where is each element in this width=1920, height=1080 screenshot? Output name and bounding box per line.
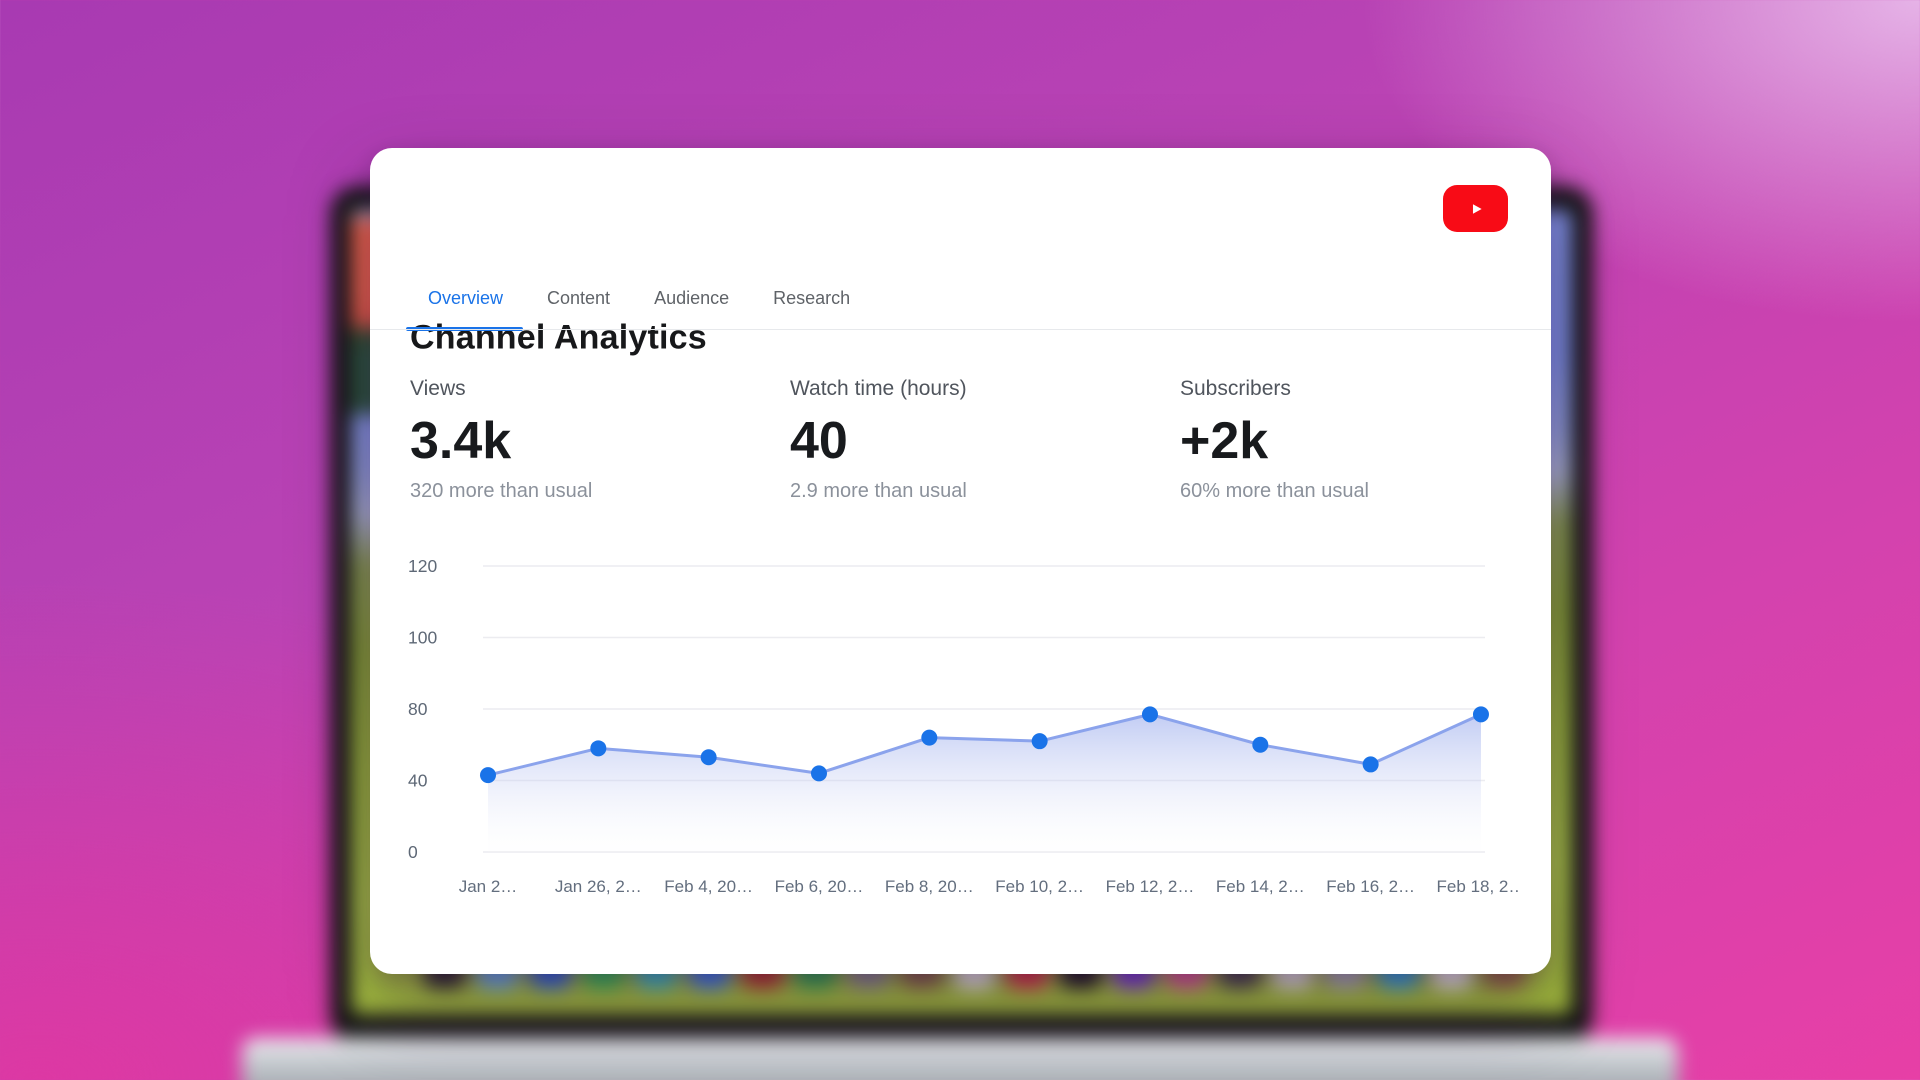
data-point xyxy=(921,730,937,746)
chart-canvas: 0 40 80 100 120 Jan 2… Jan 26, 2… Feb 4, 20… Feb… xyxy=(400,540,1520,920)
data-point xyxy=(1363,756,1379,772)
data-point xyxy=(701,749,717,765)
data-point xyxy=(811,765,827,781)
metric-watch-time: Watch time (hours) 40 2.9 more than usua… xyxy=(790,376,1150,504)
tab-audience[interactable]: Audience xyxy=(654,282,729,331)
x-axis-tick-label: Feb 14, 2… xyxy=(1216,877,1305,896)
tab-research[interactable]: Research xyxy=(773,282,850,331)
tab-overview[interactable]: Overview xyxy=(428,282,503,331)
views-area-chart: 0 40 80 100 120 Jan 2… Jan 26, 2… Feb 4, 20… Feb… xyxy=(400,540,1520,920)
data-point xyxy=(1142,706,1158,722)
channel-analytics-card: Channel Analytics Overview Content Audie… xyxy=(370,148,1551,974)
metric-subscribers: Subscribers +2k 60% more than usual xyxy=(1180,376,1540,504)
data-point xyxy=(1032,733,1048,749)
x-axis-tick-label: Jan 2… xyxy=(459,877,518,896)
x-axis-tick-label: Feb 10, 2… xyxy=(995,877,1084,896)
x-axis-tick-label: Jan 26, 2… xyxy=(555,877,642,896)
laptop-body xyxy=(242,1038,1678,1080)
metric-label: Watch time (hours) xyxy=(790,376,1150,402)
metric-note: 2.9 more than usual xyxy=(790,478,1150,504)
metric-value: +2k xyxy=(1180,410,1540,472)
play-icon xyxy=(1463,196,1489,222)
area-fill xyxy=(488,714,1481,852)
tabs-divider xyxy=(370,329,1551,330)
metric-value: 3.4k xyxy=(410,410,770,472)
x-axis-tick-label: Feb 4, 20… xyxy=(664,877,753,896)
y-axis-tick-label: 120 xyxy=(408,556,437,576)
metric-views: Views 3.4k 320 more than usual xyxy=(410,376,770,504)
y-axis-tick-label: 80 xyxy=(408,699,428,719)
metric-value: 40 xyxy=(790,410,1150,472)
youtube-logo-icon xyxy=(1443,185,1508,232)
x-axis-tick-label: Feb 8, 20… xyxy=(885,877,974,896)
y-axis-tick-label: 40 xyxy=(408,771,428,791)
data-point xyxy=(1252,737,1268,753)
metric-note: 320 more than usual xyxy=(410,478,770,504)
analytics-tabs: Overview Content Audience Research xyxy=(428,282,850,331)
metric-label: Subscribers xyxy=(1180,376,1540,402)
x-axis-tick-label: Feb 18, 2… xyxy=(1437,877,1520,896)
x-axis-tick-label: Feb 16, 2… xyxy=(1326,877,1415,896)
tab-content[interactable]: Content xyxy=(547,282,610,331)
metric-note: 60% more than usual xyxy=(1180,478,1540,504)
y-axis-tick-label: 100 xyxy=(408,628,437,648)
metric-label: Views xyxy=(410,376,770,402)
data-point xyxy=(1473,706,1489,722)
y-axis-tick-label: 0 xyxy=(408,842,418,862)
data-point xyxy=(590,740,606,756)
x-axis-tick-label: Feb 12, 2… xyxy=(1106,877,1195,896)
data-point xyxy=(480,767,496,783)
x-axis-tick-label: Feb 6, 20… xyxy=(775,877,864,896)
